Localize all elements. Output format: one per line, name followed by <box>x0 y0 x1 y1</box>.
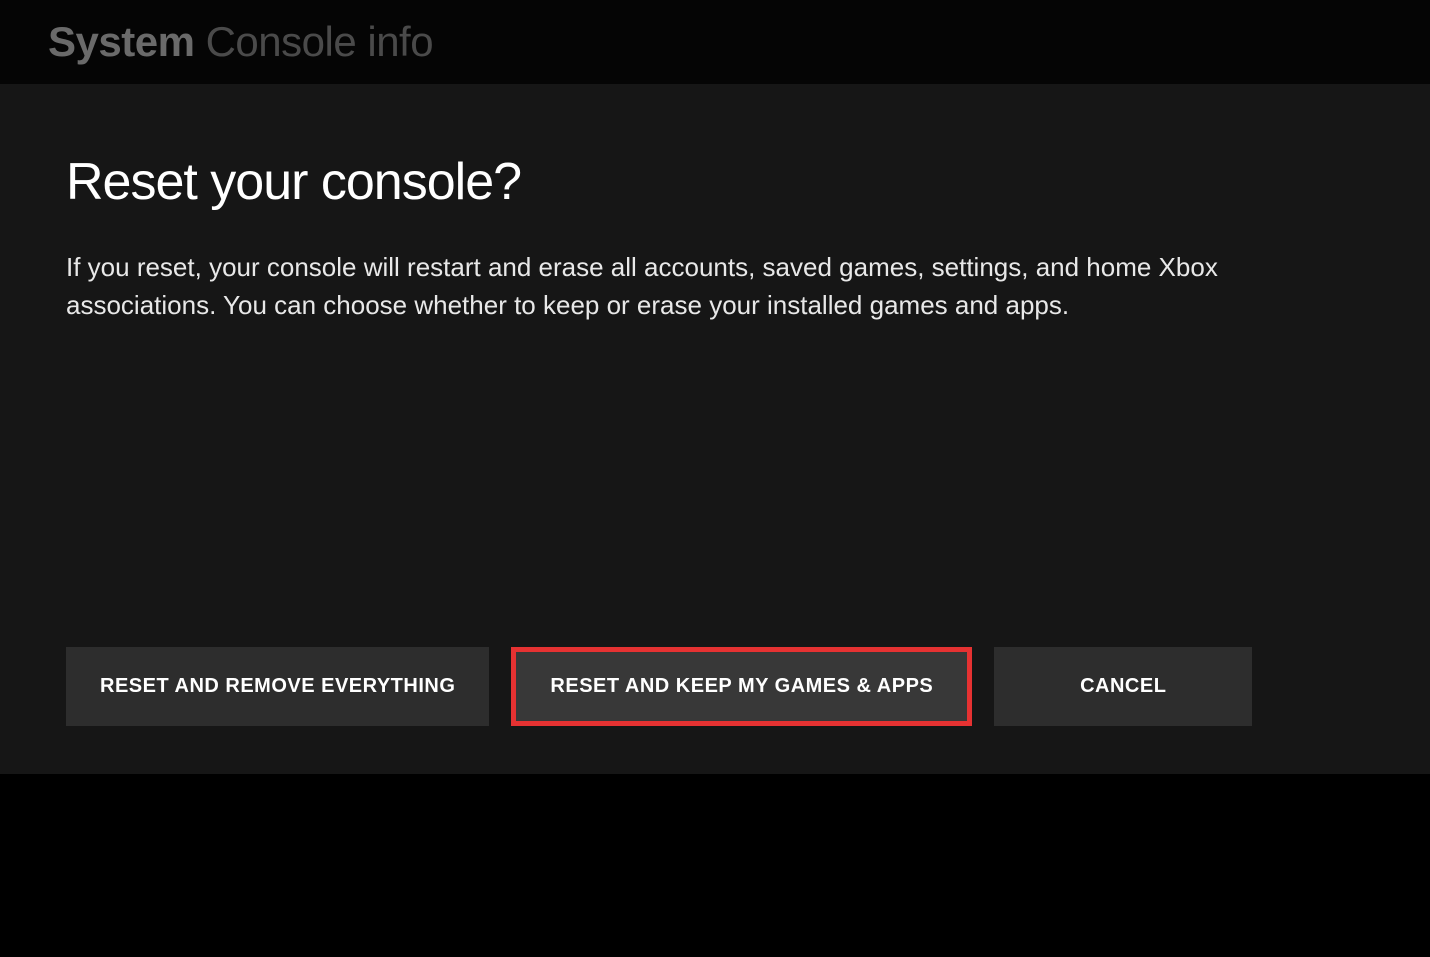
dialog-description: If you reset, your console will restart … <box>66 248 1326 325</box>
dialog-panel: Reset your console? If you reset, your c… <box>0 84 1430 774</box>
breadcrumb-page: Console info <box>206 18 433 65</box>
breadcrumb-section: System <box>48 18 194 65</box>
reset-keep-games-apps-button[interactable]: RESET AND KEEP MY GAMES & APPS <box>511 647 972 726</box>
breadcrumb: System Console info <box>48 18 1382 66</box>
button-row: RESET AND REMOVE EVERYTHING RESET AND KE… <box>66 647 1252 726</box>
footer-area <box>0 774 1430 951</box>
cancel-button[interactable]: CANCEL <box>994 647 1252 726</box>
header: System Console info <box>0 0 1430 84</box>
dialog-title: Reset your console? <box>66 152 1364 212</box>
reset-remove-everything-button[interactable]: RESET AND REMOVE EVERYTHING <box>66 647 489 726</box>
